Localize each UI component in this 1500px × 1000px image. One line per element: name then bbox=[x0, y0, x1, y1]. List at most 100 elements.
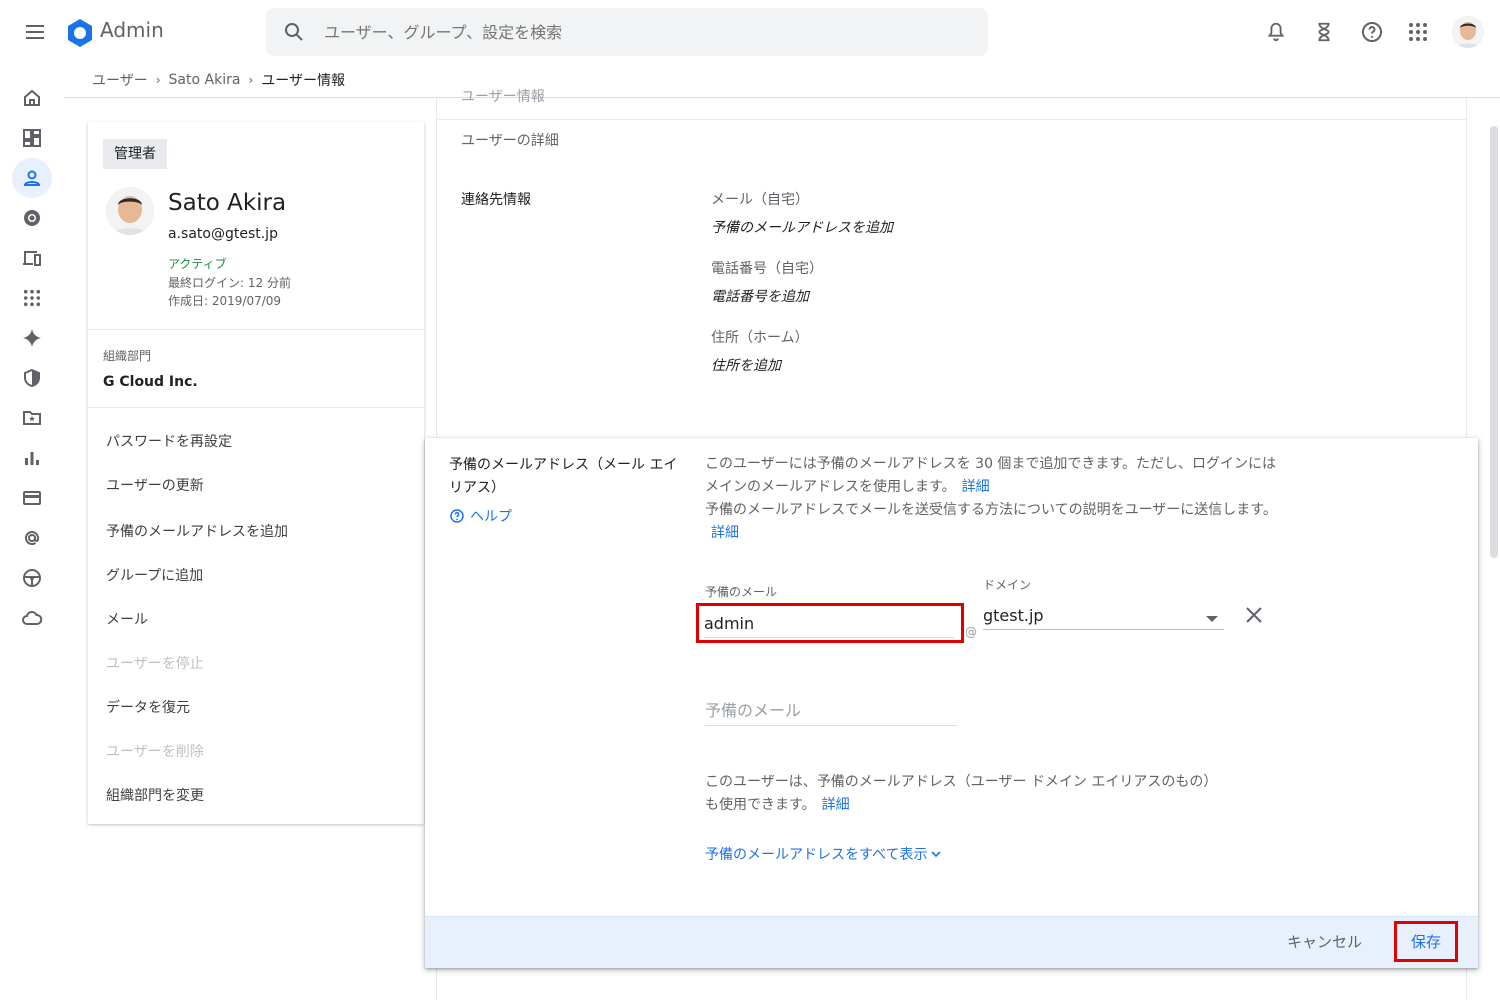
domain-alias-description: このユーザーは、予備のメールアドレス（ユーザー ドメイン エイリアスのもの）も使… bbox=[705, 771, 1225, 817]
role-chip: 管理者 bbox=[103, 139, 167, 169]
save-button[interactable]: 保存 bbox=[1394, 921, 1458, 962]
contact-info-label: 連絡先情報 bbox=[461, 192, 531, 208]
home-email-label: メール（自宅） bbox=[711, 192, 809, 208]
divider bbox=[88, 329, 424, 330]
person-icon bbox=[23, 170, 41, 186]
user-details-title: ユーザーの詳細 bbox=[461, 133, 559, 149]
add-home-phone-link[interactable]: 電話番号を追加 bbox=[711, 286, 809, 306]
action-mail[interactable]: メール bbox=[106, 609, 148, 629]
nav-dashboard[interactable] bbox=[12, 118, 52, 158]
action-change-org-unit[interactable]: 組織部門を変更 bbox=[106, 785, 204, 805]
nav-reports[interactable] bbox=[12, 438, 52, 478]
alias-description: このユーザーには予備のメールアドレスを 30 個まで追加できます。ただし、ログイ… bbox=[705, 453, 1285, 499]
user-avatar bbox=[106, 187, 154, 235]
nav-apps[interactable] bbox=[12, 278, 52, 318]
learn-more-link[interactable]: 詳細 bbox=[711, 525, 739, 541]
add-home-email-link[interactable]: 予備のメールアドレスを追加 bbox=[711, 217, 893, 237]
nav-folders[interactable] bbox=[12, 398, 52, 438]
domain-alias-text: このユーザーは、予備のメールアドレス（ユーザー ドメイン エイリアスのもの）も使… bbox=[705, 774, 1218, 813]
apps-icon bbox=[23, 289, 41, 307]
notifications-button[interactable] bbox=[1262, 18, 1290, 46]
nav-users[interactable] bbox=[12, 158, 52, 198]
help-icon bbox=[1362, 22, 1382, 42]
cancel-button[interactable]: キャンセル bbox=[1287, 931, 1362, 952]
apps-button[interactable] bbox=[1404, 18, 1432, 46]
section-heading-partial: ユーザー情報 bbox=[461, 89, 545, 105]
main-menu-button[interactable] bbox=[22, 20, 50, 44]
nav-billing[interactable] bbox=[12, 478, 52, 518]
chevron-down-icon bbox=[931, 851, 942, 858]
user-name: Sato Akira bbox=[168, 190, 287, 216]
breadcrumb: ユーザー › Sato Akira › ユーザー情報 bbox=[92, 70, 345, 90]
action-restore-data[interactable]: データを復元 bbox=[106, 697, 190, 717]
breadcrumb-user[interactable]: Sato Akira bbox=[169, 72, 241, 88]
nav-generative-ai[interactable] bbox=[12, 318, 52, 358]
nav-security[interactable] bbox=[12, 358, 52, 398]
help-button[interactable] bbox=[1358, 18, 1386, 46]
breadcrumb-current: ユーザー情報 bbox=[261, 73, 345, 89]
alternate-email-dialog: 予備のメールアドレス（メール エイリアス） ヘルプ このユーザーには予備のメール… bbox=[425, 438, 1478, 968]
help-icon bbox=[450, 509, 464, 523]
page-scrollbar[interactable] bbox=[1490, 126, 1498, 558]
second-alias-field bbox=[705, 696, 957, 726]
nav-rules[interactable] bbox=[12, 558, 52, 598]
nav-devices[interactable] bbox=[12, 238, 52, 278]
domain-field-label: ドメイン bbox=[983, 578, 1032, 592]
alias-email-input[interactable] bbox=[704, 610, 954, 638]
at-sign-icon bbox=[25, 531, 39, 546]
action-add-to-group[interactable]: グループに追加 bbox=[106, 565, 203, 585]
created-date: 作成日: 2019/07/09 bbox=[168, 294, 282, 308]
action-delete-user: ユーザーを削除 bbox=[106, 744, 204, 760]
folder-star-icon bbox=[23, 411, 41, 425]
show-all-label: 予備のメールアドレスをすべて表示 bbox=[705, 847, 928, 863]
admin-logo-icon bbox=[68, 19, 92, 47]
domain-select[interactable]: gtest.jp bbox=[983, 602, 1224, 630]
send-instructions-description: 予備のメールアドレスでメールを送受信する方法についての説明をユーザーに送信します… bbox=[705, 499, 1285, 545]
chevron-right-icon: › bbox=[248, 73, 254, 87]
action-update-user[interactable]: ユーザーの更新 bbox=[106, 475, 204, 495]
chrome-icon bbox=[24, 210, 40, 226]
shield-icon bbox=[24, 368, 40, 388]
action-add-alternate-email[interactable]: 予備のメールアドレスを追加 bbox=[106, 521, 288, 541]
learn-more-link[interactable]: 詳細 bbox=[822, 797, 850, 813]
sparkle-icon bbox=[23, 329, 41, 347]
devices-icon bbox=[23, 251, 41, 266]
last-login: 最終ログイン: 12 分前 bbox=[168, 276, 291, 290]
tasks-button[interactable] bbox=[1310, 18, 1338, 46]
alias-input-highlight bbox=[696, 603, 964, 643]
domain-value: gtest.jp bbox=[983, 606, 1044, 625]
learn-more-link[interactable]: 詳細 bbox=[962, 479, 990, 495]
nav-chrome[interactable] bbox=[12, 198, 52, 238]
show-all-aliases-link[interactable]: 予備のメールアドレスをすべて表示 bbox=[705, 844, 942, 864]
dialog-footer: キャンセル 保存 bbox=[425, 916, 1478, 968]
account-avatar[interactable] bbox=[1452, 16, 1484, 48]
top-bar: Admin bbox=[0, 0, 1500, 64]
dashboard-icon bbox=[23, 129, 41, 147]
nav-account[interactable] bbox=[12, 518, 52, 558]
alias-description-text: このユーザーには予備のメールアドレスを 30 個まで追加できます。ただし、ログイ… bbox=[705, 456, 1277, 495]
action-reset-password[interactable]: パスワードを再設定 bbox=[106, 431, 232, 451]
cloud-icon bbox=[22, 610, 43, 625]
dialog-title: 予備のメールアドレス（メール エイリアス） bbox=[449, 457, 678, 496]
user-summary-card: 管理者 Sato Akira a.sato@gtest.jp アクティブ 最終ロ… bbox=[88, 122, 424, 824]
bar-chart-icon bbox=[25, 452, 39, 465]
apps-grid-icon bbox=[1409, 23, 1427, 41]
add-home-address-link[interactable]: 住所を追加 bbox=[711, 355, 781, 375]
search-bar[interactable] bbox=[266, 8, 988, 56]
user-face-icon bbox=[106, 187, 154, 235]
help-link[interactable]: ヘルプ bbox=[449, 506, 512, 526]
search-icon[interactable] bbox=[282, 20, 306, 44]
nav-cloud[interactable] bbox=[12, 598, 52, 638]
nav-home[interactable] bbox=[12, 78, 52, 118]
divider bbox=[88, 407, 424, 408]
at-sign: @ bbox=[965, 625, 977, 639]
home-phone-label: 電話番号（自宅） bbox=[711, 261, 823, 277]
second-alias-email-input[interactable] bbox=[705, 696, 957, 724]
close-icon[interactable] bbox=[1243, 604, 1265, 626]
steering-wheel-icon bbox=[23, 569, 41, 587]
chevron-right-icon: › bbox=[155, 73, 161, 87]
breadcrumb-users[interactable]: ユーザー bbox=[92, 70, 148, 90]
search-input[interactable] bbox=[324, 8, 964, 56]
brand-name[interactable]: Admin bbox=[100, 18, 164, 42]
user-email: a.sato@gtest.jp bbox=[168, 226, 278, 242]
